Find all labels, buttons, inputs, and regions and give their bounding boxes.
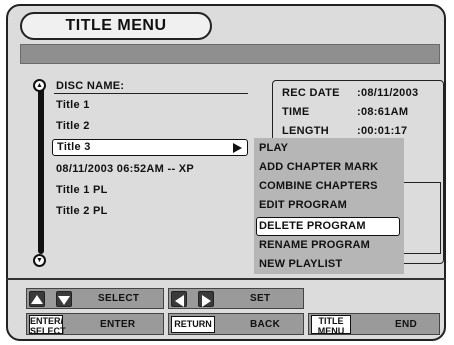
length-label: LENGTH bbox=[282, 125, 330, 137]
header-band bbox=[20, 44, 440, 64]
menu-item-add-chapter-mark[interactable]: ADD CHAPTER MARK bbox=[254, 158, 378, 176]
time-value: :08:61AM bbox=[357, 106, 409, 118]
return-key[interactable]: RETURN bbox=[171, 316, 215, 333]
disc-name-label: DISC NAME: bbox=[56, 80, 125, 92]
enter-label: ENTER bbox=[100, 319, 136, 330]
title-text: TITLE MENU bbox=[65, 17, 167, 34]
left-arrow-icon[interactable] bbox=[171, 291, 187, 307]
right-arrow-icon[interactable] bbox=[198, 291, 214, 307]
submenu-arrow-icon bbox=[233, 143, 242, 153]
scroll-down-icon[interactable]: ▼ bbox=[33, 254, 46, 267]
enter-select-key[interactable]: ENTER/ SELECT bbox=[29, 315, 66, 336]
rec-date-value: :08/11/2003 bbox=[357, 87, 419, 99]
time-label: TIME bbox=[282, 106, 310, 118]
list-item-selected-label[interactable]: Title 3 bbox=[57, 141, 91, 153]
list-item[interactable]: Title 2 bbox=[56, 120, 90, 132]
menu-item-play[interactable]: PLAY bbox=[254, 139, 288, 157]
list-item[interactable]: Title 2 PL bbox=[56, 205, 108, 217]
back-label: BACK bbox=[250, 319, 281, 330]
length-value: :00:01:17 bbox=[357, 125, 408, 137]
menu-item-combine-chapters[interactable]: COMBINE CHAPTERS bbox=[254, 177, 378, 195]
scroll-track[interactable] bbox=[38, 86, 44, 254]
up-arrow-icon[interactable] bbox=[29, 291, 45, 307]
end-label: END bbox=[395, 319, 418, 330]
down-arrow-icon[interactable] bbox=[56, 291, 72, 307]
set-hint bbox=[168, 288, 304, 309]
list-item[interactable]: 08/11/2003 06:52AM -- XP bbox=[56, 163, 194, 175]
list-item[interactable]: Title 1 PL bbox=[56, 184, 108, 196]
rec-date-label: REC DATE bbox=[282, 87, 340, 99]
menu-item-edit-program[interactable]: EDIT PROGRAM bbox=[254, 196, 347, 214]
select-label: SELECT bbox=[98, 293, 140, 304]
footer-divider bbox=[6, 278, 446, 280]
divider bbox=[54, 93, 248, 94]
info-subpanel bbox=[398, 182, 441, 254]
set-label: SET bbox=[250, 293, 271, 304]
menu-item-rename-program[interactable]: RENAME PROGRAM bbox=[254, 236, 370, 254]
select-hint bbox=[26, 288, 164, 309]
list-item[interactable]: Title 1 bbox=[56, 99, 90, 111]
title-menu-key[interactable]: TITLE MENU bbox=[311, 315, 351, 336]
menu-item-new-playlist[interactable]: NEW PLAYLIST bbox=[254, 255, 342, 273]
menu-item-delete-program[interactable]: DELETE PROGRAM bbox=[254, 217, 366, 235]
scroll-up-icon[interactable]: ▲ bbox=[33, 79, 46, 92]
title-menu-header: TITLE MENU bbox=[20, 12, 212, 40]
